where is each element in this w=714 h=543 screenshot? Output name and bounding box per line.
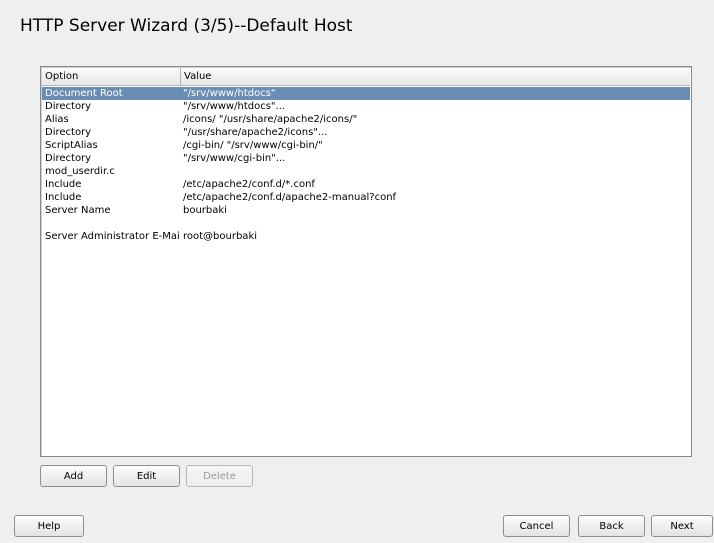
table-row[interactable]: Directory "/srv/www/htdocs"...: [42, 100, 690, 113]
table-row[interactable]: Alias/icons/ "/usr/share/apache2/icons/": [42, 113, 690, 126]
table-row[interactable]: Document Root "/srv/www/htdocs": [42, 87, 690, 100]
next-button[interactable]: Next: [651, 515, 713, 537]
value-cell: "/srv/www/cgi-bin"...: [183, 153, 286, 164]
table-row[interactable]: Directory "/srv/www/cgi-bin"...: [42, 152, 690, 165]
table-row[interactable]: mod_userdir.c: [42, 165, 690, 178]
column-header-option[interactable]: Option: [42, 68, 181, 85]
table-row[interactable]: Server Name bourbaki: [42, 204, 690, 217]
table-body: Document Root "/srv/www/htdocs" Directory "…: [42, 87, 690, 243]
table-row[interactable]: [42, 217, 690, 230]
option-cell: Alias: [45, 114, 69, 125]
page-title: HTTP Server Wizard (3/5)--Default Host: [20, 16, 353, 36]
table-row[interactable]: ScriptAlias/cgi-bin/ "/srv/www/cgi-bin/": [42, 139, 690, 152]
add-button[interactable]: Add: [40, 465, 107, 487]
table-header: Option Value: [42, 68, 690, 86]
cancel-button[interactable]: Cancel: [503, 515, 570, 537]
value-cell: bourbaki: [183, 205, 227, 216]
option-cell: Directory: [45, 127, 92, 138]
option-cell: Directory: [45, 101, 92, 112]
back-button[interactable]: Back: [578, 515, 645, 537]
value-cell: "/usr/share/apache2/icons"...: [183, 127, 328, 138]
value-cell: /icons/ "/usr/share/apache2/icons/": [183, 114, 358, 125]
option-cell: Include: [45, 179, 82, 190]
table-row[interactable]: Include/etc/apache2/conf.d/*.conf: [42, 178, 690, 191]
table-row[interactable]: Server Administrator E-Mail root@bourbaki: [42, 230, 690, 243]
column-header-value[interactable]: Value: [181, 68, 690, 85]
value-cell: /etc/apache2/conf.d/apache2-manual?conf: [183, 192, 397, 203]
option-cell: Server Name: [45, 205, 111, 216]
value-cell: "/srv/www/htdocs": [183, 88, 276, 99]
value-cell: /cgi-bin/ "/srv/www/cgi-bin/": [183, 140, 323, 151]
delete-button[interactable]: Delete: [186, 465, 253, 487]
table-row[interactable]: Include/etc/apache2/conf.d/apache2-manua…: [42, 191, 690, 204]
option-cell: Directory: [45, 153, 92, 164]
table-row[interactable]: Directory "/usr/share/apache2/icons"...: [42, 126, 690, 139]
option-cell: Document Root: [45, 88, 123, 99]
options-table[interactable]: Option Value Document Root "/srv/www/htdo…: [40, 66, 692, 457]
option-cell: mod_userdir.c: [45, 166, 115, 177]
value-cell: "/srv/www/htdocs"...: [183, 101, 286, 112]
option-cell: ScriptAlias: [45, 140, 98, 151]
edit-button[interactable]: Edit: [113, 465, 180, 487]
option-cell: Server Administrator E-Mail: [45, 231, 179, 242]
value-cell: /etc/apache2/conf.d/*.conf: [183, 179, 315, 190]
help-button[interactable]: Help: [14, 515, 84, 537]
option-cell: Include: [45, 192, 82, 203]
value-cell: root@bourbaki: [183, 231, 258, 242]
